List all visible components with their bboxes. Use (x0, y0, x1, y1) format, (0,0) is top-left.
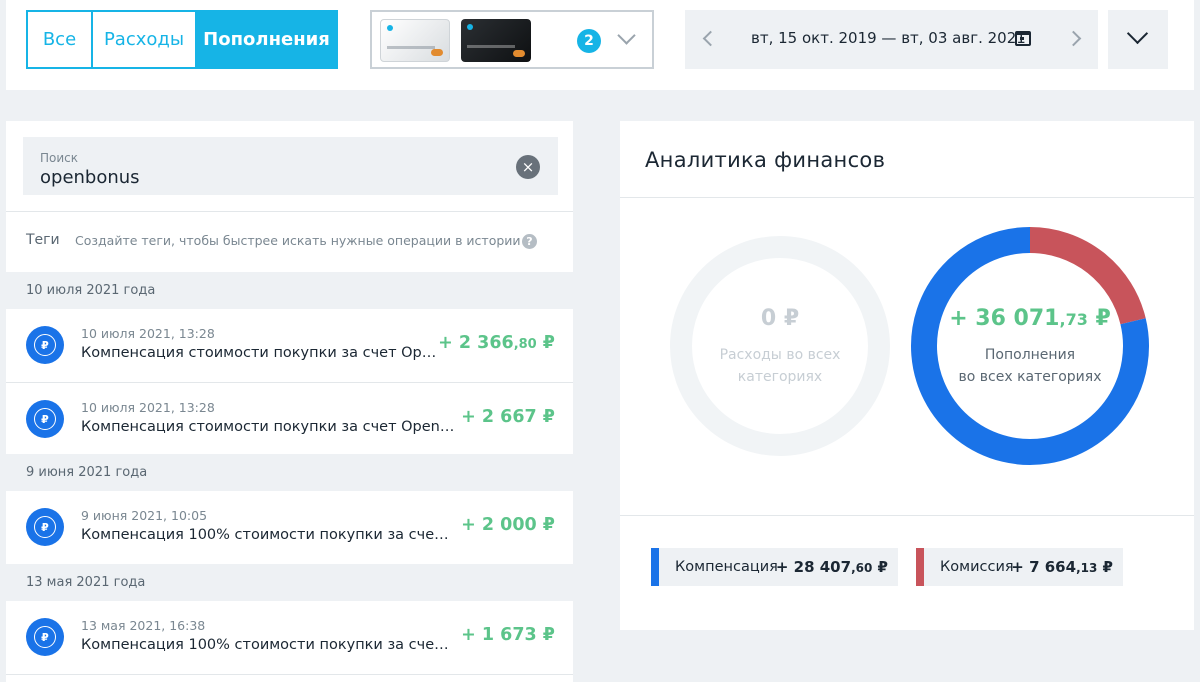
legend-value: + 7 664,13 ₽ (1011, 558, 1113, 576)
transaction-amount: + 2 667 ₽ (461, 407, 555, 427)
ruble-refund-icon: ₽ (26, 508, 64, 546)
transaction-description: Компенсация стоимости покупки за счет Op… (81, 345, 437, 361)
transaction-time: 10 июля 2021, 13:28 (81, 326, 215, 341)
income-label: Пополнения во всех категориях (958, 347, 1102, 385)
legend-value: + 28 407,60 ₽ (775, 558, 888, 576)
filter-tab-income[interactable]: Пополнения (195, 12, 336, 67)
expenses-donut[interactable]: 0 ₽ Расходы во всех категориях (660, 226, 900, 466)
income-total: + 36 071,73 ₽ (949, 306, 1111, 331)
card-selector[interactable]: 2 (370, 10, 654, 69)
selected-cards-count-badge: 2 (577, 29, 601, 53)
income-donut[interactable]: + 36 071,73 ₽ Пополнения во всех категор… (910, 226, 1150, 466)
transaction-description: Компенсация 100% стоимости покупки за сч… (81, 637, 456, 653)
top-toolbar: Все Расходы Пополнения 2 вт, 15 окт. 201… (6, 0, 1194, 90)
clear-search-icon[interactable]: × (516, 155, 540, 179)
ruble-refund-icon: ₽ (26, 326, 64, 364)
legend-item-compensation[interactable]: Компенсация + 28 407,60 ₽ (651, 548, 898, 586)
legend-name: Компенсация (675, 559, 778, 575)
transaction-row[interactable]: ₽ 9 июня 2021, 10:05 Компенсация 100% ст… (6, 491, 573, 564)
expenses-label: Расходы во всех категориях (719, 347, 841, 385)
legend-name: Комиссия (940, 559, 1014, 575)
date-group-header: 13 мая 2021 года (6, 564, 573, 601)
legend-color-bar (651, 548, 659, 586)
legend-color-bar (916, 548, 924, 586)
date-group-label: 13 мая 2021 года (26, 575, 146, 590)
ruble-refund-icon: ₽ (26, 618, 64, 656)
date-range-text[interactable]: вт, 15 окт. 2019 — вт, 03 авг. 2021 (751, 29, 1026, 47)
analytics-title: Аналитика финансов (645, 148, 886, 172)
divider (620, 197, 1194, 198)
transaction-description: Компенсация стоимости покупки за счет Op… (81, 419, 455, 435)
transaction-amount: + 1 673 ₽ (461, 625, 555, 645)
finance-analytics-panel: Аналитика финансов 0 ₽ Расходы во всех к… (620, 121, 1194, 630)
tags-hint: Создайте теги, чтобы быстрее искать нужн… (75, 233, 521, 248)
calendar-icon[interactable] (1015, 31, 1031, 46)
transaction-amount: + 2 366,80 ₽ (438, 333, 555, 353)
divider (620, 515, 1194, 516)
chevron-down-icon (617, 26, 636, 45)
search-label: Поиск (40, 151, 79, 165)
filter-tab-expenses[interactable]: Расходы (91, 12, 195, 67)
chevron-right-icon[interactable] (1065, 30, 1082, 47)
expand-filters-button[interactable] (1108, 10, 1168, 69)
date-group-header: 9 июня 2021 года (6, 454, 573, 491)
transaction-time: 9 июня 2021, 10:05 (81, 508, 208, 523)
date-group-header: 10 июля 2021 года (6, 272, 573, 309)
transaction-time: 10 июля 2021, 13:28 (81, 400, 215, 415)
legend-item-commission[interactable]: Комиссия + 7 664,13 ₽ (916, 548, 1123, 586)
transaction-row[interactable]: ₽ 10 июля 2021, 13:28 Компенсация стоимо… (6, 383, 573, 456)
tags-label: Теги (26, 232, 60, 248)
divider (6, 674, 573, 675)
search-value[interactable]: openbonus (40, 167, 140, 188)
transaction-time: 13 мая 2021, 16:38 (81, 618, 206, 633)
help-icon[interactable]: ? (522, 234, 537, 249)
filter-tab-all[interactable]: Все (28, 12, 91, 67)
transaction-amount: + 2 000 ₽ (461, 515, 555, 535)
card-image-black (461, 19, 531, 62)
operation-type-filter: Все Расходы Пополнения (26, 10, 338, 69)
ruble-refund-icon: ₽ (26, 400, 64, 438)
transaction-row[interactable]: ₽ 10 июля 2021, 13:28 Компенсация стоимо… (6, 309, 573, 382)
card-image-white (380, 19, 450, 62)
tags-row: Теги Создайте теги, чтобы быстрее искать… (6, 211, 573, 271)
chevron-left-icon[interactable] (702, 30, 719, 47)
transaction-description: Компенсация 100% стоимости покупки за сч… (81, 527, 456, 543)
date-range-picker: вт, 15 окт. 2019 — вт, 03 авг. 2021 (685, 10, 1098, 69)
operations-history-panel: Поиск openbonus × Теги Создайте теги, чт… (6, 121, 573, 682)
date-group-label: 10 июля 2021 года (26, 283, 156, 298)
date-group-label: 9 июня 2021 года (26, 465, 148, 480)
chevron-down-icon (1126, 22, 1149, 45)
transaction-row[interactable]: ₽ 13 мая 2021, 16:38 Компенсация 100% ст… (6, 601, 573, 674)
search-input[interactable]: Поиск openbonus × (23, 137, 558, 195)
expenses-total: 0 ₽ (760, 306, 800, 331)
